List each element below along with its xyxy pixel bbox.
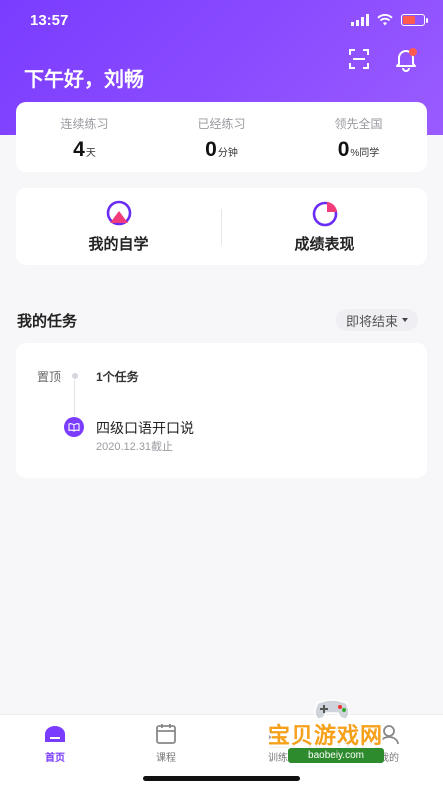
filter-label: 即将结束 [346,313,399,329]
notification-dot [409,48,417,56]
feature-card: 我的自学 成绩表现 [16,188,427,265]
stat-value: 0%同学 [337,138,380,161]
feature-label: 我的自学 [88,236,149,253]
stat-label: 领先全国 [334,117,383,131]
scan-icon[interactable] [348,48,370,70]
status-time: 13:57 [30,11,69,29]
book-icon [64,417,84,437]
task-filter-dropdown[interactable]: 即将结束 [336,309,419,331]
stats-card: 连续练习 4天 已经练习 0分钟 领先全国 0%同学 [16,102,427,172]
performance-button[interactable]: 成绩表现 [222,188,427,265]
stat-consecutive-practice: 连续练习 4天 [16,102,153,172]
nav-item-courses[interactable]: 课程 [136,723,196,764]
stat-label: 已经练习 [197,117,246,131]
status-icons [351,14,428,26]
stat-value: 0分钟 [205,138,238,161]
home-icon [45,726,65,742]
calendar-icon [156,724,176,744]
nav-item-home[interactable]: 首页 [25,723,85,764]
signal-icon [351,14,369,26]
self-study-button[interactable]: 我的自学 [16,188,221,265]
pin-label: 置顶 [37,370,62,384]
bell-icon[interactable] [393,46,419,72]
tasks-title: 我的任务 [17,313,78,330]
feature-label: 成绩表现 [294,236,355,253]
timeline-line [74,380,75,416]
stat-label: 连续练习 [60,117,109,131]
task-count: 1个任务 [96,370,139,384]
stat-value: 4天 [73,138,96,161]
caret-down-icon [402,318,409,322]
task-item-name[interactable]: 四级口语开口说 [96,418,194,438]
home-indicator [143,776,300,781]
watermark-text: 宝贝游戏网 [268,723,384,748]
status-bar: 13:57 [0,0,443,40]
performance-pie-icon [312,201,337,227]
task-card: 置顶 1个任务 四级口语开口说 2020.12.31截止 [16,343,427,478]
stat-practiced-time: 已经练习 0分钟 [153,102,290,172]
greeting-title: 下午好，刘畅 [24,69,144,91]
task-item-deadline: 2020.12.31截止 [96,441,174,453]
wifi-icon [377,14,393,26]
watermark-url: baobeiy.com [288,748,384,763]
self-study-icon [106,200,131,226]
timeline-dot [72,373,78,379]
battery-icon [401,14,428,26]
watermark-logo: 宝贝游戏网 baobeiy.com [262,697,412,769]
stat-national-rank: 领先全国 0%同学 [290,102,427,172]
